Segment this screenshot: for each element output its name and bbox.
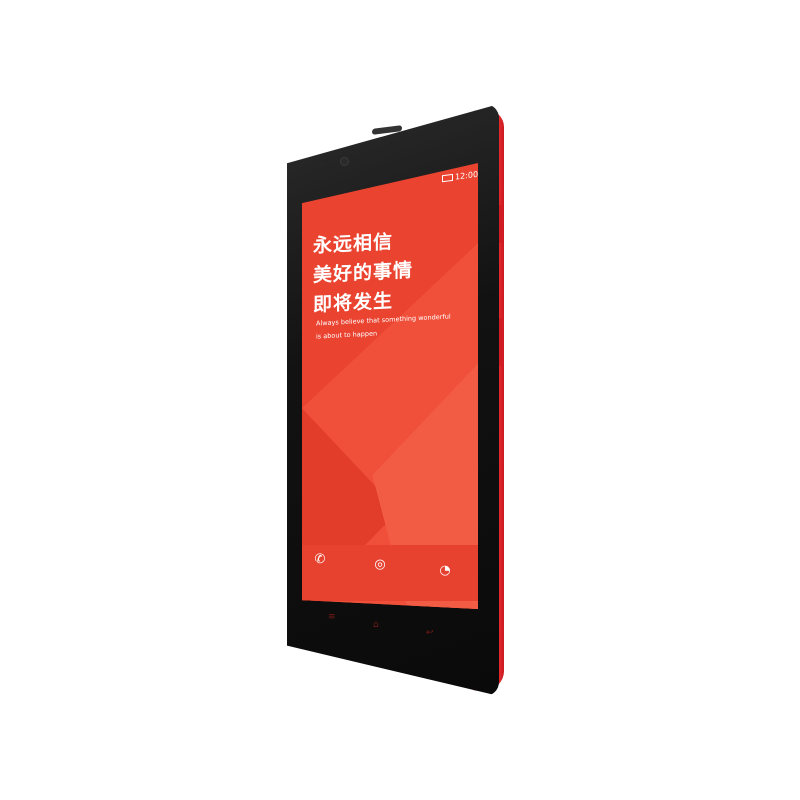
volume-button[interactable] bbox=[499, 318, 504, 366]
back-key-icon[interactable]: ↩ bbox=[426, 628, 434, 638]
headline-line-3: 即将发生 bbox=[313, 289, 394, 317]
battery-icon bbox=[442, 173, 453, 183]
message-icon[interactable]: ◔ bbox=[437, 563, 453, 579]
headline-line-2: 美好的事情 bbox=[313, 259, 414, 287]
home-key-icon[interactable]: ⌂ bbox=[373, 620, 379, 630]
proximity-sensor bbox=[318, 162, 323, 167]
phone-icon[interactable]: ✆ bbox=[312, 552, 328, 568]
menu-key-icon[interactable]: ≡ bbox=[328, 612, 336, 622]
camera-icon[interactable]: ◎ bbox=[372, 557, 388, 573]
headline-line-1: 永远相信 bbox=[313, 230, 394, 258]
front-camera bbox=[341, 158, 348, 165]
